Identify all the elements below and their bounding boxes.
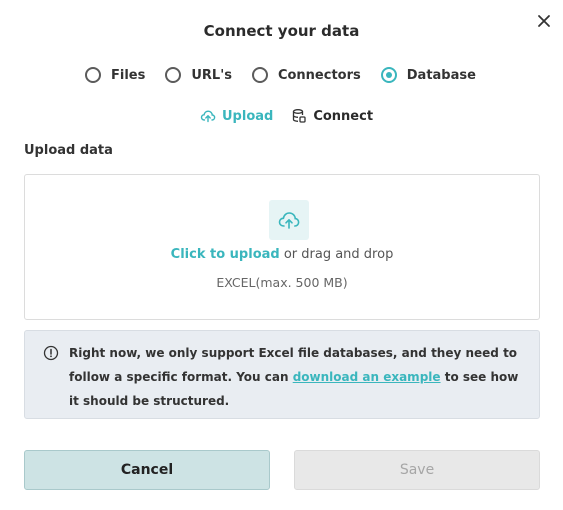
radio-urls[interactable]: URL's xyxy=(165,67,232,83)
radio-circle xyxy=(85,67,101,83)
drag-drop-text: or drag and drop xyxy=(279,247,394,262)
radio-files[interactable]: Files xyxy=(85,67,145,83)
save-button[interactable]: Save xyxy=(294,450,540,490)
source-type-radio-group: Files URL's Connectors Database xyxy=(85,64,496,86)
radio-circle xyxy=(380,67,397,83)
radio-label: URL's xyxy=(191,67,232,83)
radio-circle xyxy=(165,67,182,83)
tab-upload-label: Upload xyxy=(222,108,274,124)
upload-icon-box xyxy=(269,200,309,240)
dialog-title: Connect your data xyxy=(203,22,360,40)
download-example-link[interactable]: download an example xyxy=(293,370,441,384)
radio-label: Files xyxy=(111,67,146,83)
database-icon xyxy=(293,109,306,123)
radio-circle xyxy=(251,67,268,83)
close-button[interactable] xyxy=(535,12,553,30)
file-dropzone[interactable]: Click to upload or drag and drop EXCEL(m… xyxy=(24,174,540,320)
cloud-upload-icon xyxy=(278,212,300,229)
radio-label: Connectors xyxy=(277,67,361,83)
file-type-hint: EXCEL(max. 500 MB) xyxy=(216,275,348,290)
info-message: Right now, we only support Excel file da… xyxy=(69,341,524,413)
click-to-upload-link[interactable]: Click to upload xyxy=(171,247,280,262)
radio-label: Database xyxy=(406,67,476,83)
upload-cloud-icon xyxy=(200,110,216,123)
radio-connectors[interactable]: Connectors xyxy=(251,67,361,83)
close-icon xyxy=(538,15,550,27)
database-subtabs: Upload Connect xyxy=(200,108,391,124)
cancel-button[interactable]: Cancel xyxy=(24,450,270,490)
tab-connect[interactable]: Connect xyxy=(291,108,373,124)
radio-database[interactable]: Database xyxy=(380,67,476,83)
info-icon xyxy=(43,345,59,361)
tab-upload[interactable]: Upload xyxy=(200,108,273,124)
upload-data-label: Upload data xyxy=(24,143,113,158)
tab-connect-label: Connect xyxy=(313,108,374,124)
dropzone-instruction: Click to upload or drag and drop xyxy=(25,247,539,262)
info-banner: Right now, we only support Excel file da… xyxy=(24,330,540,419)
